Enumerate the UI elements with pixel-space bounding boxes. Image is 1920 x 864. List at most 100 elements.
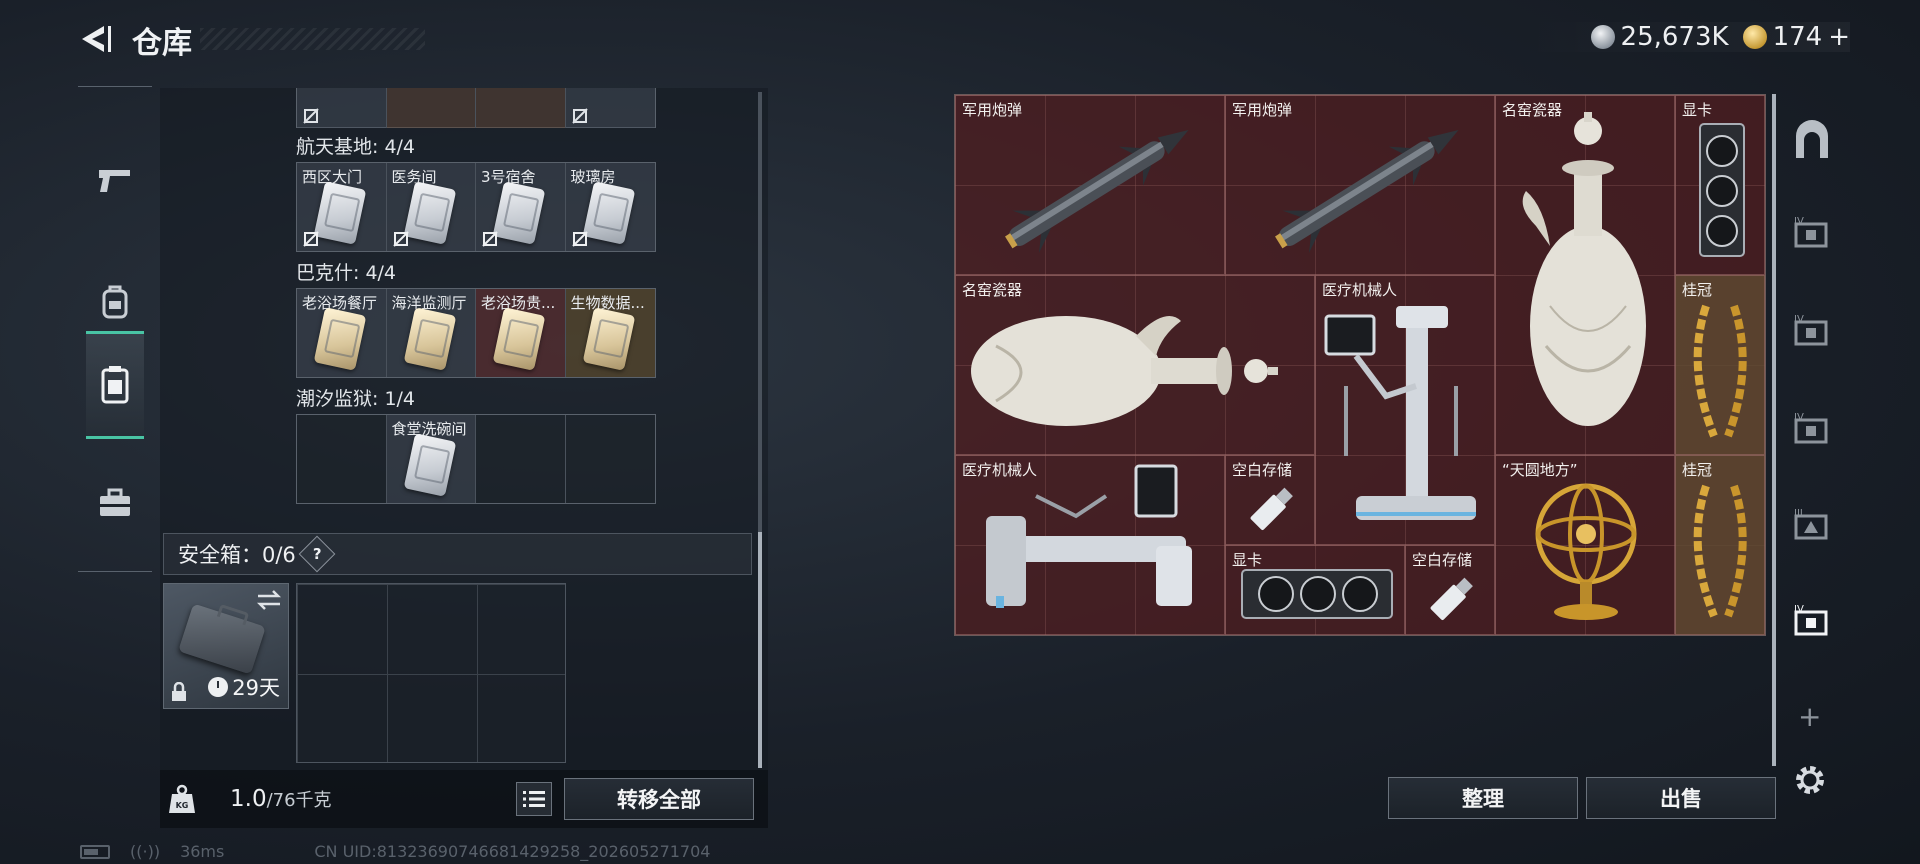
- arch-icon[interactable]: [1790, 118, 1834, 162]
- unbound-icon: [571, 108, 588, 124]
- item-name: 医疗机械人: [962, 461, 1038, 479]
- key-card-name: 老浴场餐厅: [302, 294, 378, 312]
- safe-case-image: [178, 603, 266, 675]
- sell-button[interactable]: 出售: [1586, 777, 1776, 819]
- stash-item[interactable]: 名窑瓷器: [1495, 95, 1675, 455]
- gold-amount: 174: [1772, 22, 1823, 52]
- silver-coin-icon: [1590, 25, 1615, 49]
- keycard-image: [582, 181, 635, 245]
- item-name: 军用炮弹: [1232, 101, 1293, 119]
- back-arrow-icon[interactable]: [78, 22, 112, 56]
- key-card-slot[interactable]: 生物数据...: [565, 289, 655, 377]
- stash-item[interactable]: 医疗机械人: [955, 455, 1225, 635]
- key-slot[interactable]: [476, 88, 566, 128]
- ping: 36ms: [180, 842, 225, 861]
- list-icon: [523, 791, 545, 807]
- key-card-slot[interactable]: 老浴场餐厅: [297, 289, 387, 377]
- key-card-slot[interactable]: 3号宿舍: [476, 163, 566, 251]
- key-slot[interactable]: [386, 88, 476, 128]
- key-card-name: 3号宿舍: [481, 168, 536, 186]
- key-card-name: 海洋监测厅: [391, 294, 467, 312]
- keycard-image: [492, 307, 546, 371]
- porcelain-vase-icon: [971, 316, 1278, 426]
- stash-item[interactable]: 显卡: [1675, 95, 1765, 275]
- weight-current: 1.0: [230, 786, 267, 812]
- key-slot[interactable]: [565, 88, 655, 128]
- key-card-slot-empty[interactable]: [297, 415, 387, 503]
- keycard-image: [403, 181, 456, 245]
- key-card-name: 玻璃房: [570, 168, 616, 186]
- stash-item[interactable]: 桂冠: [1675, 455, 1765, 635]
- help-icon: ?: [312, 544, 322, 563]
- stash-item[interactable]: 桂冠: [1675, 275, 1765, 455]
- gold-coin-icon: [1742, 25, 1767, 49]
- stash-item[interactable]: 空白存储: [1225, 455, 1315, 545]
- help-button[interactable]: ?: [298, 535, 336, 573]
- uid: CN UID:8132369074668142925​8_20260527170…: [314, 842, 711, 861]
- gear-icon[interactable]: [1792, 762, 1828, 798]
- key-group-grid: 西区大门 医务间 3号宿舍 玻璃房: [296, 162, 656, 252]
- sort-button[interactable]: 整理: [1388, 777, 1578, 819]
- stash-item[interactable]: 显卡: [1225, 545, 1405, 635]
- stash-iv-icon[interactable]: IV: [1790, 212, 1834, 256]
- key-card-slot[interactable]: 玻璃房: [565, 163, 655, 251]
- transfer-all-button[interactable]: 转移全部: [564, 778, 754, 820]
- stash-item[interactable]: “天圆地方”: [1495, 455, 1675, 635]
- svg-text:IV: IV: [1794, 604, 1804, 615]
- svg-text:IV: IV: [1794, 314, 1804, 325]
- medical-robot-icon: [1324, 306, 1476, 520]
- silver-amount: 25,673K: [1620, 22, 1729, 52]
- key-card-slot[interactable]: 食堂洗碗间: [386, 415, 476, 503]
- safe-box-slot[interactable]: 29天: [163, 583, 289, 709]
- keycard-image: [313, 181, 367, 245]
- key-card-slot[interactable]: 海洋监测厅: [386, 289, 476, 377]
- key-card-name: 医务间: [391, 168, 437, 186]
- key-card-slot[interactable]: 老浴场贵...: [476, 289, 566, 377]
- armillary-sphere-icon: [1535, 483, 1637, 620]
- wifi-icon: ((·)): [130, 842, 161, 861]
- backpack-icon: [102, 285, 128, 319]
- item-name: 桂冠: [1682, 281, 1713, 299]
- stash-iii-icon[interactable]: III: [1790, 504, 1834, 548]
- add-currency-button[interactable]: +: [1828, 22, 1850, 52]
- graphics-card-icon: [1699, 123, 1745, 257]
- key-group-grid: 食堂洗碗间: [296, 414, 656, 504]
- unbound-icon: [303, 231, 319, 247]
- item-name: 空白存储: [1412, 551, 1473, 569]
- stash-scrollbar[interactable]: [1772, 94, 1776, 766]
- stash-item[interactable]: 军用炮弹: [1225, 95, 1495, 275]
- key-card-slot-empty[interactable]: [476, 415, 566, 503]
- lock-icon: [172, 682, 186, 701]
- key-slot[interactable]: [297, 88, 387, 128]
- nav-keycards[interactable]: [86, 331, 144, 439]
- key-group-label: 航天基地: 4/4: [296, 136, 416, 158]
- item-name: 名窑瓷器: [1502, 101, 1563, 119]
- nav-weapon[interactable]: [86, 127, 144, 235]
- stash-iv-icon[interactable]: IV: [1790, 408, 1834, 452]
- list-view-button[interactable]: [516, 782, 552, 816]
- key-card-slot[interactable]: 西区大门: [297, 163, 387, 251]
- unbound-icon: [571, 231, 588, 247]
- stash-item[interactable]: 空白存储: [1405, 545, 1495, 635]
- swap-icon[interactable]: [256, 590, 282, 610]
- stash-item[interactable]: 医疗机械人: [1315, 275, 1495, 545]
- key-card-slot[interactable]: 医务间: [386, 163, 476, 251]
- key-card-slot-empty[interactable]: [565, 415, 655, 503]
- add-stash-page-button[interactable]: +: [1798, 700, 1821, 733]
- left-scrollbar-thumb[interactable]: [758, 532, 762, 768]
- pistol-icon: [99, 170, 130, 192]
- stash-iv-active-icon[interactable]: IV: [1790, 600, 1834, 644]
- item-name: 显卡: [1682, 101, 1713, 119]
- battery-icon: [80, 844, 110, 859]
- safe-box-label: 安全箱：0/6: [178, 543, 296, 567]
- left-scrollbar[interactable]: [758, 92, 762, 768]
- stash-item[interactable]: 军用炮弹: [955, 95, 1225, 275]
- keycard-image: [403, 433, 456, 497]
- gold-currency[interactable]: 174 +: [1742, 22, 1850, 52]
- stash-iv-icon[interactable]: IV: [1790, 310, 1834, 354]
- left-category-nav: [78, 86, 152, 572]
- weight-max: /76千克: [266, 790, 332, 811]
- stash-item[interactable]: 名窑瓷器: [955, 275, 1315, 455]
- safe-box-grid[interactable]: [296, 583, 566, 763]
- nav-toolbox[interactable]: [86, 449, 144, 557]
